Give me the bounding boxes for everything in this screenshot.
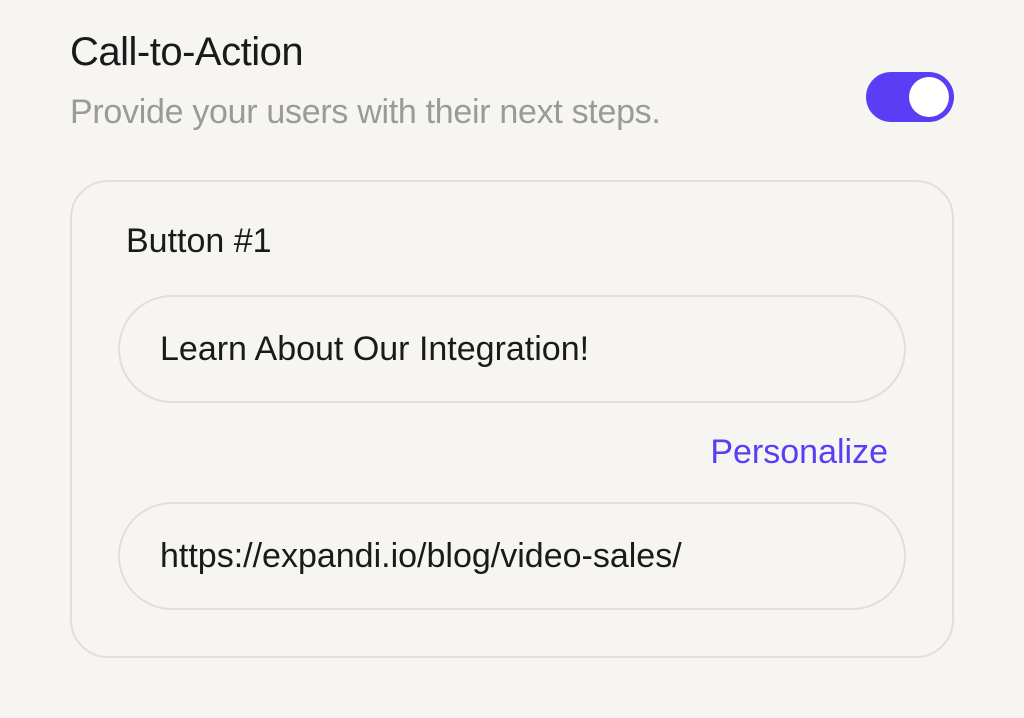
button-config-card: Button #1 Personalize bbox=[70, 180, 954, 658]
personalize-link[interactable]: Personalize bbox=[710, 433, 888, 472]
button-url-input[interactable] bbox=[118, 502, 906, 610]
section-subtitle: Provide your users with their next steps… bbox=[70, 93, 866, 132]
cta-toggle[interactable] bbox=[866, 72, 954, 122]
toggle-knob-icon bbox=[909, 77, 949, 117]
section-title: Call-to-Action bbox=[70, 30, 866, 75]
button-label: Button #1 bbox=[126, 222, 906, 261]
button-text-input[interactable] bbox=[118, 295, 906, 403]
